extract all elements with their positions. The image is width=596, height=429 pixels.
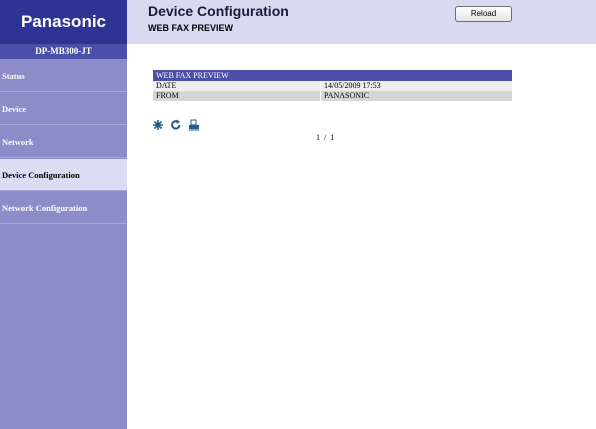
page-counter: 1 / 1 [316,133,335,142]
page-subtitle: WEB FAX PREVIEW [148,23,234,33]
sidebar-item-network-configuration[interactable]: Network Configuration [0,192,127,224]
preview-toolbar [152,118,200,131]
reload-button[interactable]: Reload [455,6,512,22]
sidebar-item-status[interactable]: Status [0,60,127,92]
sidebar-item-label: Network [2,137,34,147]
sidebar-item-label: Network Configuration [2,203,88,213]
rotate-icon[interactable] [170,118,182,130]
sidebar-item-label: Device [2,104,27,114]
sidebar-item-label: Device Configuration [2,170,80,180]
table-heading: WEB FAX PREVIEW [153,70,512,81]
brand-logo: Panasonic [0,0,127,44]
table-row: DATE 14/05/2009 17:53 [153,81,512,91]
sidebar-item-network[interactable]: Network [0,126,127,158]
date-value: 14/05/2009 17:53 [320,81,512,91]
from-value: PANASONIC [320,91,512,101]
date-label: DATE [153,81,321,91]
page-header: Device Configuration WEB FAX PREVIEW Rel… [127,0,596,44]
table-row: FROM PANASONIC [153,91,512,101]
from-label: FROM [153,91,321,101]
fax-preview-table: WEB FAX PREVIEW DATE 14/05/2009 17:53 FR… [153,70,512,101]
page-title: Device Configuration [148,3,289,19]
app-root: Panasonic DP-MB300-JT Status Device Netw… [0,0,596,429]
print-icon[interactable] [188,118,200,131]
sidebar-item-device[interactable]: Device [0,93,127,125]
sidebar-item-device-configuration[interactable]: Device Configuration [0,159,127,191]
sidebar: Panasonic DP-MB300-JT Status Device Netw… [0,0,127,429]
model-name: DP-MB300-JT [0,44,127,59]
zoom-icon[interactable] [152,118,164,130]
sidebar-item-label: Status [2,71,25,81]
